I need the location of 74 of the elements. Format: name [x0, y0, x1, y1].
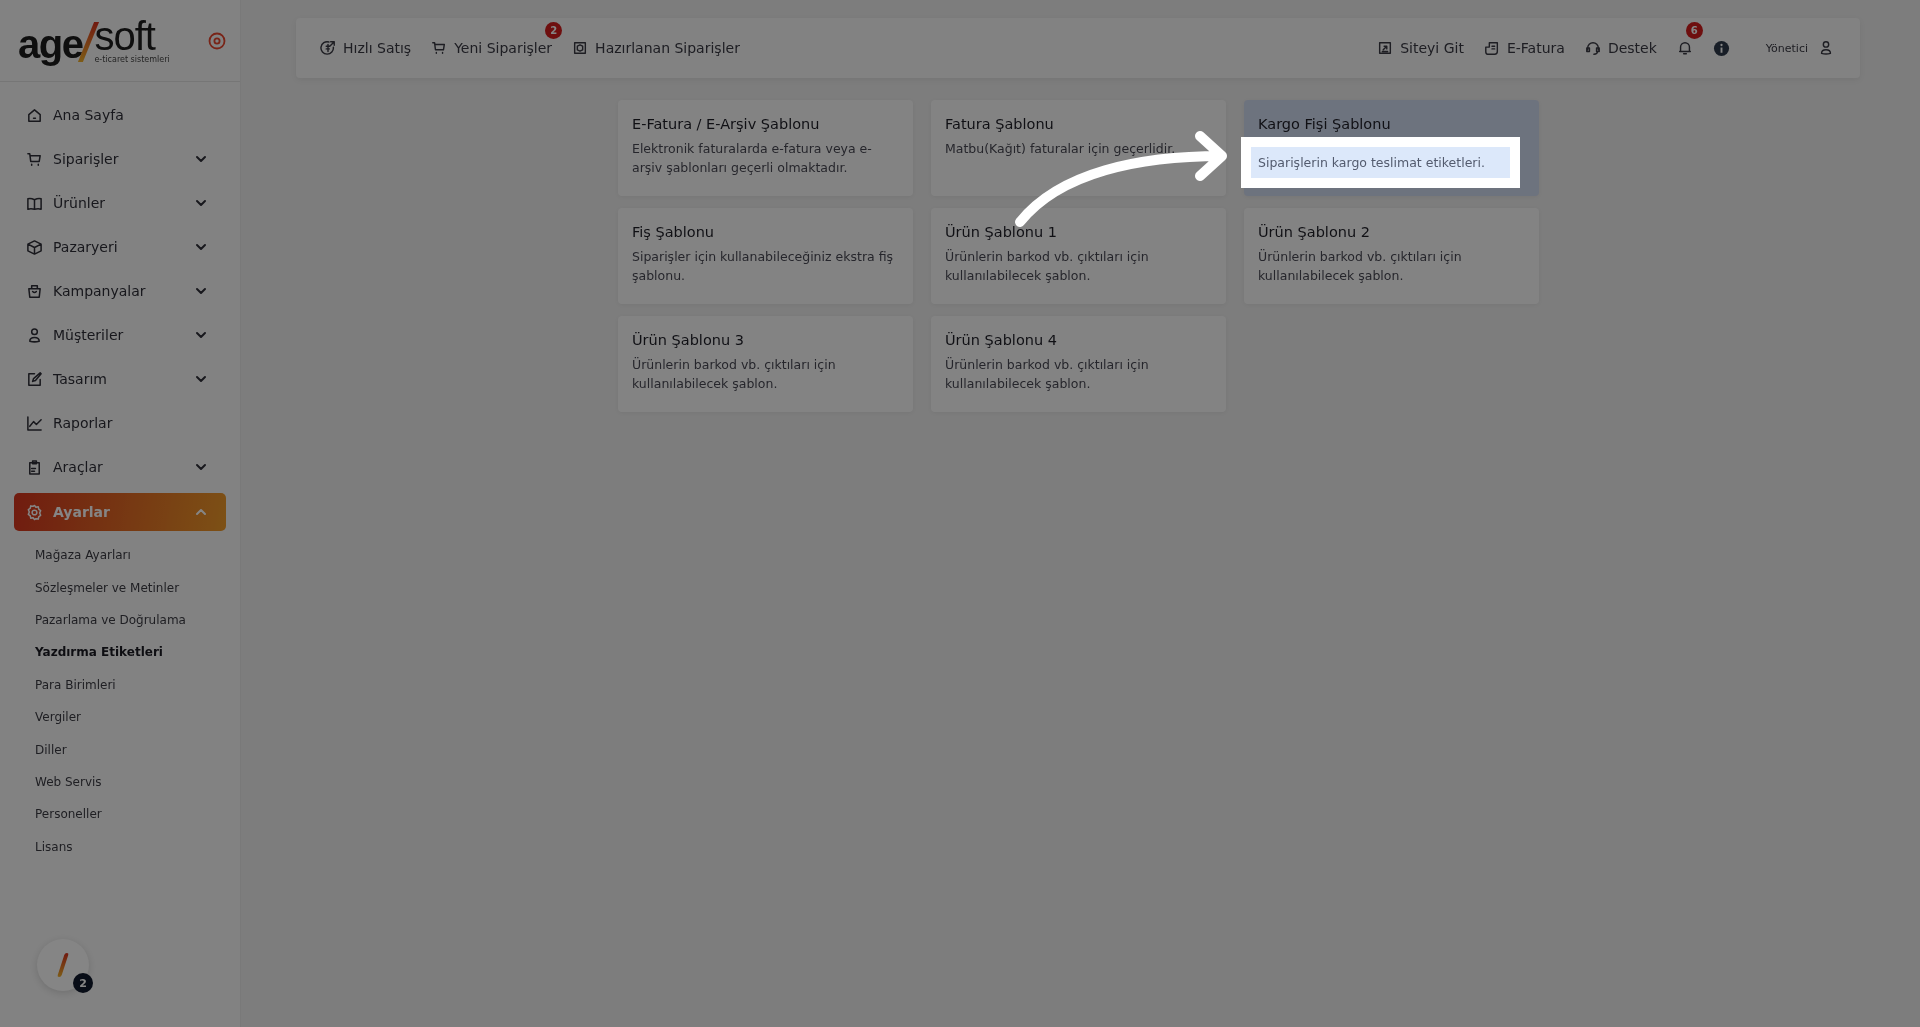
card-title: Fiş Şablonu: [632, 224, 716, 240]
cart-icon: [26, 150, 43, 168]
toolbar-link[interactable]: Destek: [1584, 40, 1657, 56]
menu-item[interactable]: Araçlar: [14, 445, 226, 489]
menu-item[interactable]: Müşteriler: [14, 313, 226, 357]
card-title: E-Fatura / E-Arşiv Şablonu: [632, 116, 821, 132]
submenu-item[interactable]: Para Birimleri: [35, 668, 226, 701]
menu-item[interactable]: Tasarım: [14, 357, 226, 401]
menu-item[interactable]: Pazaryeri: [14, 225, 226, 269]
card-description: Siparişler için kullanabileceğiniz ekstra fiş şablonu.: [632, 248, 895, 285]
card-description: Siparişlerin kargo teslimat etiketleri.: [1241, 137, 1520, 188]
toolbar-link[interactable]: Hızlı Satış: [320, 40, 412, 56]
template-card[interactable]: Fiş Şablonu Siparişler için kullanabileceğiniz ekstra fiş şablonu.: [618, 208, 913, 304]
submenu-item[interactable]: Yazdırma Etiketleri: [35, 636, 226, 669]
menu-item[interactable]: Ayarlar: [14, 493, 226, 531]
assistant-button[interactable]: [37, 939, 89, 991]
menu-item[interactable]: Siparişler: [14, 137, 226, 181]
settings-icon: [26, 503, 43, 521]
menu-item[interactable]: Raporlar: [14, 401, 226, 445]
clipboard-icon: [26, 458, 43, 476]
card-description: Elektronik faturalarda e-fatura veya e-arşiv şablonları geçerli olmaktadır.: [632, 140, 873, 177]
menu-item[interactable]: Kampanyalar: [14, 269, 226, 313]
card-title: Ürün Şablonu 4: [945, 332, 1058, 348]
target-icon[interactable]: [208, 31, 226, 50]
card-description: Ürünlerin barkod vb. çıktıları için kullanılabilecek şablon.: [945, 248, 1150, 285]
user-menu[interactable]: Yönetici: [1765, 40, 1834, 56]
user-icon: [1818, 40, 1834, 56]
card-description: Matbu(Kağıt) faturalar için geçerlidir.: [945, 140, 1177, 158]
card-title: Ürün Şablonu 1: [945, 224, 1058, 240]
count-badge: 2: [545, 22, 563, 39]
template-card[interactable]: E-Fatura / E-Arşiv Şablonu Elektronik faturalarda e-fatura veya e-arşiv şablonları geçerli olmaktadır.: [618, 100, 913, 196]
card-description: Ürünlerin barkod vb. çıktıları için kullanılabilecek şablon.: [1258, 248, 1463, 285]
card-description: Ürünlerin barkod vb. çıktıları için kullanılabilecek şablon.: [945, 356, 1150, 393]
template-card[interactable]: Ürün Şablonu 3 Ürünlerin barkod vb. çıktıları için kullanılabilecek şablon.: [618, 316, 913, 412]
box-icon: [572, 40, 589, 56]
card-title: Kargo Fişi Şablonu: [1258, 116, 1392, 132]
submenu-item[interactable]: Lisans: [35, 830, 226, 863]
count-badge: 6: [1685, 22, 1703, 39]
bell-icon: [1676, 40, 1693, 56]
toolbar-link[interactable]: Hazırlanan Siparişler: [572, 40, 740, 56]
template-card[interactable]: Ürün Şablonu 1 Ürünlerin barkod vb. çıktıları için kullanılabilecek şablon.: [931, 208, 1226, 304]
headset-icon: [1584, 40, 1601, 56]
template-card[interactable]: Ürün Şablonu 2 Ürünlerin barkod vb. çıktıları için kullanılabilecek şablon.: [1244, 208, 1539, 304]
submenu-item[interactable]: Mağaza Ayarları: [35, 539, 226, 572]
submenu-item[interactable]: Vergiler: [35, 700, 226, 734]
submenu-item[interactable]: Pazarlama ve Doğrulama: [35, 603, 226, 637]
card-title: Ürün Şablonu 2: [1258, 224, 1371, 240]
card-title: Ürün Şablonu 3: [632, 332, 745, 348]
toolbar-link[interactable]: Siteyi Git: [1377, 40, 1464, 56]
document-icon: [1483, 40, 1500, 56]
card-title: Fatura Şablonu: [945, 116, 1055, 132]
submenu-item[interactable]: Diller: [35, 733, 226, 766]
basket-icon: [26, 282, 43, 300]
menu-item[interactable]: Ana Sayfa: [14, 93, 226, 137]
submenu-item[interactable]: Sözleşmeler ve Metinler: [35, 571, 226, 604]
pencil-icon: [26, 370, 43, 388]
submenu-item[interactable]: Personeller: [35, 798, 226, 831]
user-icon: [26, 326, 43, 344]
submenu-item[interactable]: Web Servis: [35, 765, 226, 799]
template-card[interactable]: Fatura Şablonu Matbu(Kağıt) faturalar için geçerlidir.: [931, 100, 1226, 196]
template-card[interactable]: Kargo Fişi Şablonu Siparişlerin kargo teslimat etiketleri.: [1244, 100, 1539, 196]
logo[interactable]: age soft e-ticaret sistemleri: [18, 17, 170, 64]
count-badge: 2: [73, 973, 93, 993]
home-icon: [26, 106, 43, 124]
external-link-icon: [1377, 40, 1394, 56]
menu-item[interactable]: Ürünler: [14, 181, 226, 225]
cube-icon: [26, 238, 43, 256]
info-icon[interactable]: [1712, 39, 1730, 57]
template-card[interactable]: Ürün Şablonu 4 Ürünlerin barkod vb. çıktıları için kullanılabilecek şablon.: [931, 316, 1226, 412]
coin-icon: [320, 40, 336, 56]
toolbar-link[interactable]: E-Fatura: [1483, 40, 1565, 56]
chart-icon: [26, 414, 43, 432]
card-description: Ürünlerin barkod vb. çıktıları için kullanılabilecek şablon.: [632, 356, 837, 393]
cart-icon: [431, 40, 448, 56]
